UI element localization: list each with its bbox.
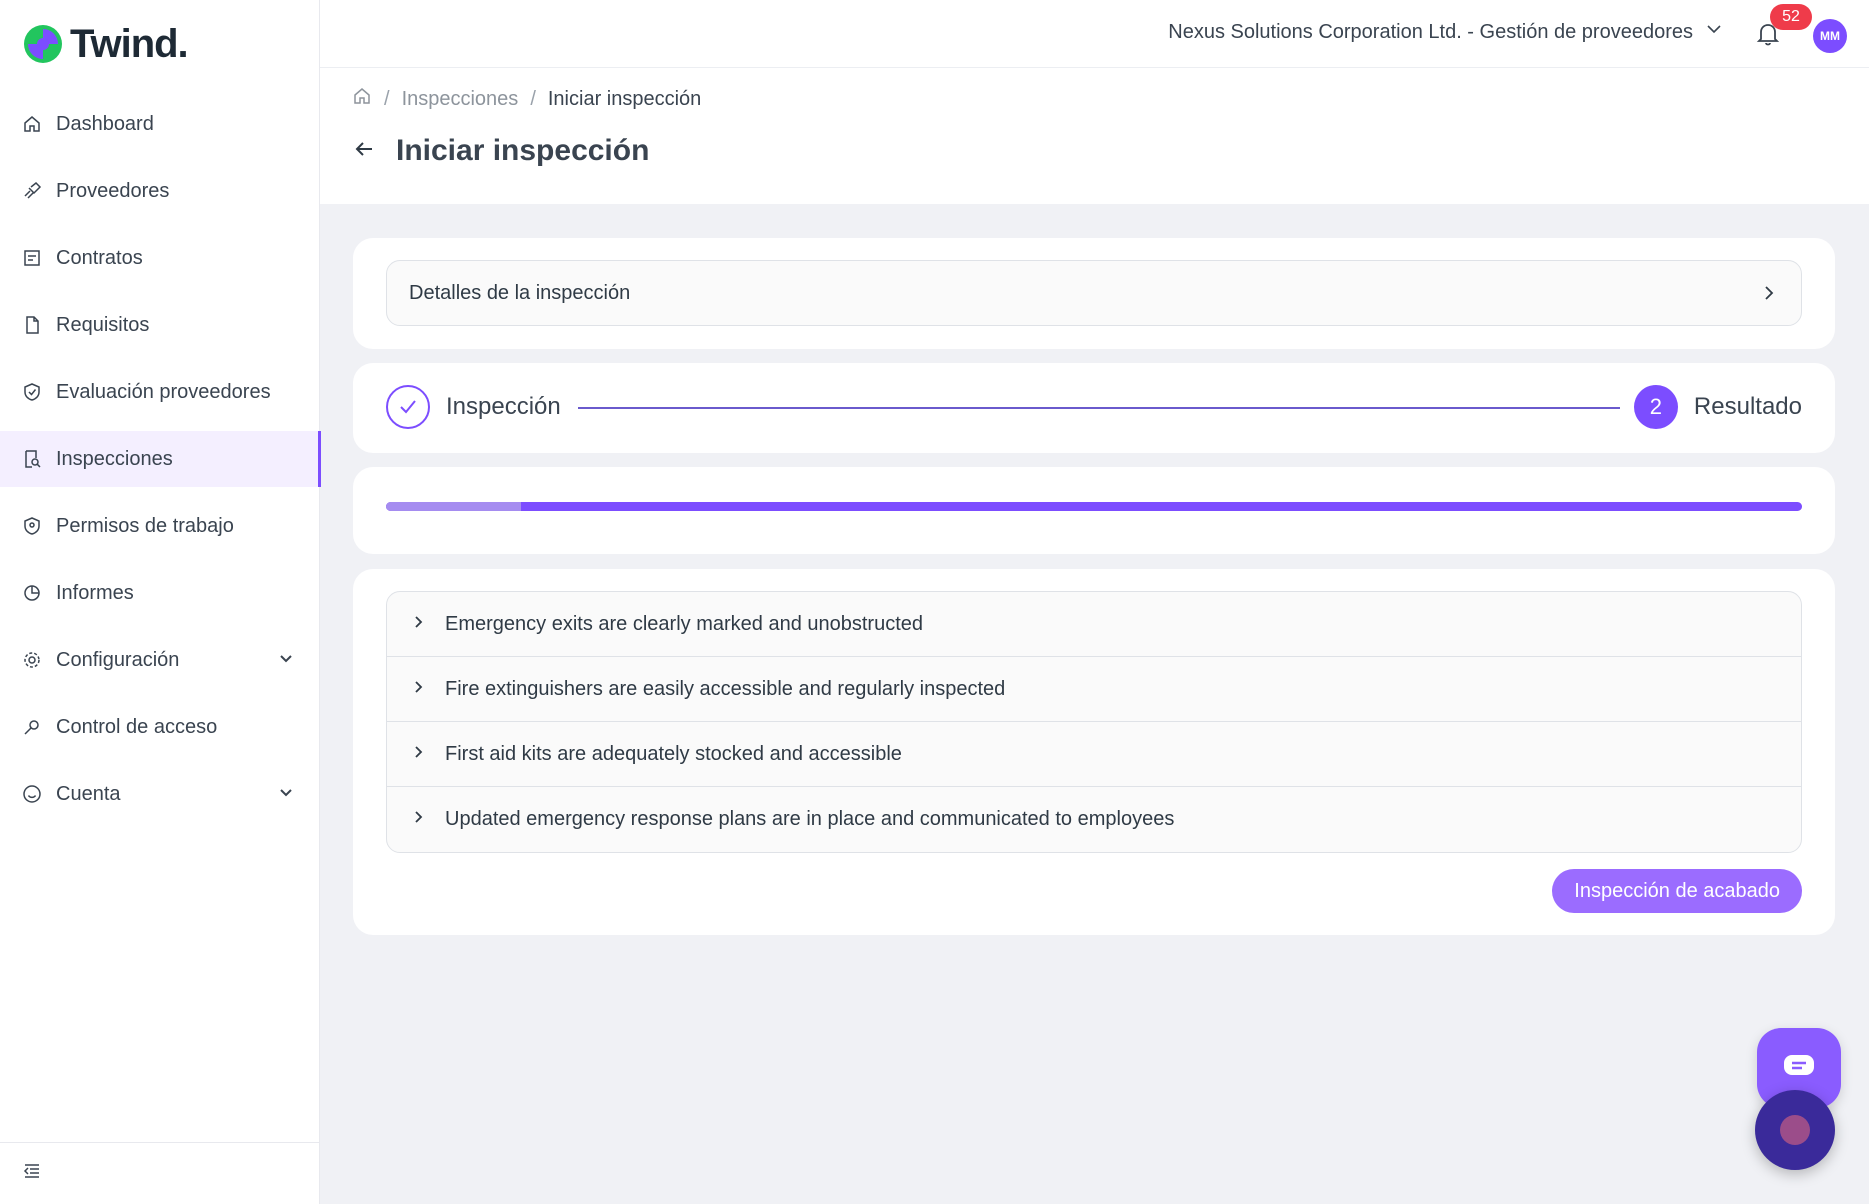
breadcrumb-current: Iniciar inspección: [547, 87, 702, 110]
smile-icon: [22, 784, 42, 804]
chevron-right-icon: [411, 808, 427, 831]
gear-icon: [22, 650, 42, 670]
inspection-details-toggle[interactable]: Detalles de la inspección: [386, 260, 1802, 326]
sidebar-nav: Dashboard Proveedores Contratos Requisit…: [0, 96, 321, 833]
record-dot-icon: [1780, 1115, 1810, 1145]
sidebar-item-proveedores[interactable]: Proveedores: [0, 163, 320, 219]
sidebar-item-label: Contratos: [56, 246, 143, 269]
sidebar-item-label: Configuración: [56, 648, 180, 671]
record-button[interactable]: [1755, 1090, 1835, 1170]
home-icon: [22, 114, 42, 134]
step-inspeccion[interactable]: Inspección: [386, 385, 561, 429]
sidebar-item-control-acceso[interactable]: Control de acceso: [0, 699, 320, 755]
shield-permit-icon: [22, 516, 42, 536]
list-item[interactable]: First aid kits are adequately stocked an…: [387, 722, 1801, 787]
chevron-down-icon[interactable]: [278, 650, 294, 671]
sidebar-item-permisos[interactable]: Permisos de trabajo: [0, 498, 320, 554]
organization-selector[interactable]: Nexus Solutions Corporation Ltd. - Gesti…: [1168, 20, 1723, 44]
sidebar-item-inspecciones[interactable]: Inspecciones: [0, 431, 321, 487]
checklist-item-label: Fire extinguishers are easily accessible…: [445, 677, 1006, 700]
sidebar-item-label: Control de acceso: [56, 715, 218, 738]
sidebar-collapse-button[interactable]: [0, 1142, 320, 1204]
contract-icon: [22, 248, 42, 268]
breadcrumb-separator: /: [384, 87, 390, 110]
key-icon: [22, 717, 42, 737]
top-bar: Nexus Solutions Corporation Ltd. - Gesti…: [320, 0, 1869, 68]
home-icon[interactable]: [352, 86, 372, 112]
collapse-menu-icon: [22, 1161, 42, 1186]
checklist-card: Emergency exits are clearly marked and u…: [353, 569, 1835, 935]
page-header: / Inspecciones / Iniciar inspección Inic…: [320, 68, 1869, 204]
sidebar-item-dashboard[interactable]: Dashboard: [0, 96, 320, 152]
chevron-right-icon: [411, 678, 427, 701]
chevron-right-icon: [411, 743, 427, 766]
breadcrumb-separator: /: [530, 87, 536, 110]
progress-card: [353, 467, 1835, 554]
sidebar-item-requisitos[interactable]: Requisitos: [0, 297, 320, 353]
sidebar-item-label: Inspecciones: [56, 447, 173, 470]
list-item[interactable]: Emergency exits are clearly marked and u…: [387, 592, 1801, 657]
shield-check-icon: [22, 382, 42, 402]
list-item[interactable]: Updated emergency response plans are in …: [387, 787, 1801, 852]
stepper-card: Inspección 2 Resultado: [353, 363, 1835, 453]
checklist-item-label: Updated emergency response plans are in …: [445, 808, 1175, 830]
page-title: Iniciar inspección: [396, 134, 650, 167]
breadcrumb-link-inspecciones[interactable]: Inspecciones: [402, 88, 519, 111]
sidebar-item-configuracion[interactable]: Configuración: [0, 632, 320, 688]
step-label: Resultado: [1693, 393, 1802, 420]
sidebar-item-contratos[interactable]: Contratos: [0, 230, 320, 286]
step-connector: [578, 407, 1620, 409]
sidebar-item-label: Informes: [56, 581, 134, 604]
breadcrumb: / Inspecciones / Iniciar inspección: [352, 86, 701, 112]
chevron-down-icon[interactable]: [278, 784, 294, 805]
sidebar-item-label: Dashboard: [56, 112, 154, 135]
sidebar-item-label: Evaluación proveedores: [56, 380, 271, 403]
list-item[interactable]: Fire extinguishers are easily accessible…: [387, 657, 1801, 722]
sidebar-item-label: Permisos de trabajo: [56, 514, 234, 537]
chevron-down-icon: [1705, 20, 1723, 44]
step-label: Inspección: [446, 393, 561, 420]
logo[interactable]: Twind.: [22, 20, 189, 68]
sidebar-item-informes[interactable]: Informes: [0, 565, 320, 621]
sidebar: Twind. Dashboard Proveedores Contratos R…: [0, 0, 321, 1204]
step-number: 2: [1633, 385, 1678, 429]
brand-name: Twind.: [70, 21, 189, 66]
sidebar-item-cuenta[interactable]: Cuenta: [0, 766, 320, 822]
step-resultado[interactable]: 2 Resultado: [1633, 385, 1802, 429]
sidebar-item-label: Proveedores: [56, 179, 170, 202]
checklist-item-label: Emergency exits are clearly marked and u…: [445, 612, 924, 635]
chat-icon: [1782, 1053, 1816, 1084]
handshake-icon: [22, 181, 42, 201]
finish-inspection-button[interactable]: Inspección de acabado: [1552, 869, 1802, 913]
file-icon: [22, 315, 42, 335]
sidebar-item-label: Cuenta: [56, 782, 121, 805]
progress-fill: [386, 502, 521, 511]
chevron-right-icon: [411, 613, 427, 636]
title-row: Iniciar inspección: [352, 134, 649, 168]
organization-name: Nexus Solutions Corporation Ltd. - Gesti…: [1168, 20, 1693, 43]
details-label: Detalles de la inspección: [409, 281, 631, 304]
avatar[interactable]: MM: [1813, 19, 1847, 53]
back-arrow-icon[interactable]: [352, 137, 376, 166]
progress-bar: [386, 502, 1802, 511]
pie-chart-icon: [22, 583, 42, 603]
checklist-item-label: First aid kits are adequately stocked an…: [445, 742, 902, 765]
chevron-right-icon: [1759, 283, 1779, 309]
notification-count-badge: 52: [1770, 4, 1812, 30]
checklist-accordion: Emergency exits are clearly marked and u…: [386, 591, 1802, 853]
checkmark-icon: [386, 385, 430, 429]
inspection-icon: [22, 449, 42, 469]
sidebar-item-evaluacion[interactable]: Evaluación proveedores: [0, 364, 320, 420]
logo-mark-icon: [24, 25, 62, 63]
sidebar-item-label: Requisitos: [56, 313, 150, 336]
details-card: Detalles de la inspección: [353, 238, 1835, 349]
